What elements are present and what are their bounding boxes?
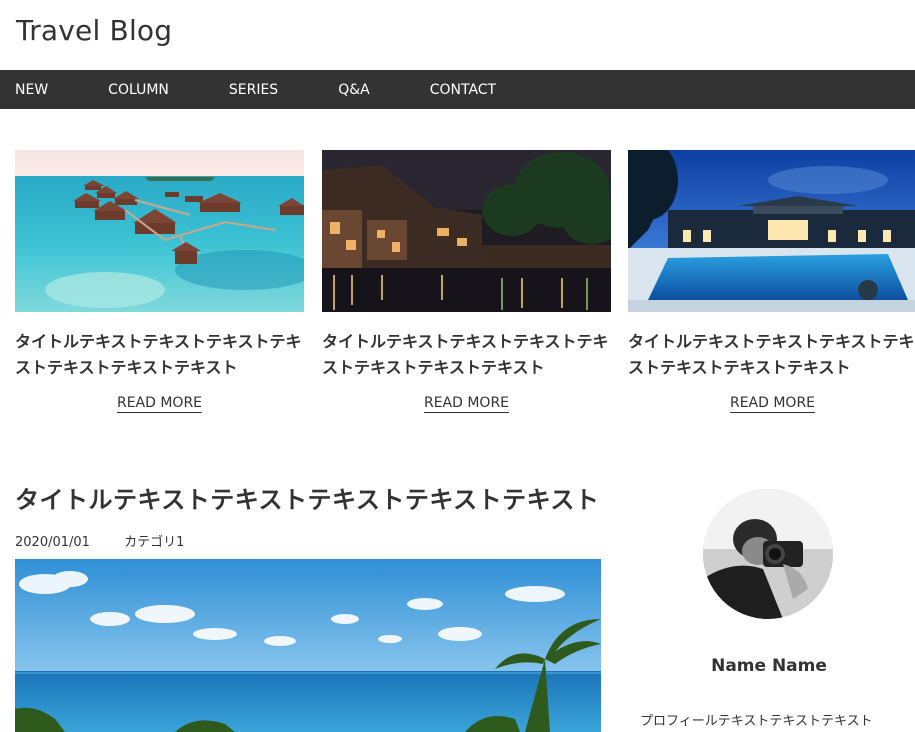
- avatar[interactable]: [703, 489, 833, 619]
- nav-item-contact[interactable]: CONTACT: [430, 82, 496, 98]
- article-card-title[interactable]: タイトルテキストテキストテキストテキストテキストテキストテキスト: [15, 329, 315, 381]
- article-card-title[interactable]: タイトルテキストテキストテキストテキストテキストテキストテキスト: [322, 329, 622, 381]
- article-card: タイトルテキストテキストテキストテキストテキストテキストテキスト READ MO…: [628, 150, 915, 413]
- maldives-water-villas-image[interactable]: [15, 150, 304, 312]
- article-card: タイトルテキストテキストテキストテキストテキストテキストテキスト READ MO…: [322, 150, 611, 413]
- nav-item-column[interactable]: COLUMN: [108, 82, 169, 98]
- nav-item-qa[interactable]: Q&A: [338, 82, 370, 98]
- nav-item-series[interactable]: SERIES: [229, 82, 278, 98]
- ocean-palm-sky-image[interactable]: [15, 559, 601, 732]
- nav-item-new[interactable]: NEW: [15, 82, 48, 98]
- read-more-link[interactable]: READ MORE: [729, 395, 816, 413]
- read-more-link[interactable]: READ MORE: [116, 395, 203, 413]
- post-title[interactable]: タイトルテキストテキストテキストテキストテキスト: [15, 480, 599, 515]
- article-card: タイトルテキストテキストテキストテキストテキストテキストテキスト READ MO…: [15, 150, 304, 413]
- article-card-title[interactable]: タイトルテキストテキストテキストテキストテキストテキストテキスト: [628, 329, 915, 381]
- post-date: 2020/01/01: [15, 535, 90, 550]
- profile-name: Name Name: [711, 656, 827, 676]
- read-more-link[interactable]: READ MORE: [423, 395, 510, 413]
- profile-text: プロフィールテキストテキストテキスト: [640, 714, 873, 729]
- night-canal-town-image[interactable]: [322, 150, 611, 312]
- post-category[interactable]: カテゴリ1: [124, 535, 184, 550]
- post-meta: 2020/01/01 カテゴリ1: [15, 531, 184, 550]
- site-title[interactable]: Travel Blog: [16, 14, 172, 47]
- main-nav: NEW COLUMN SERIES Q&A CONTACT: [0, 70, 915, 109]
- resort-pool-night-image[interactable]: [628, 150, 915, 312]
